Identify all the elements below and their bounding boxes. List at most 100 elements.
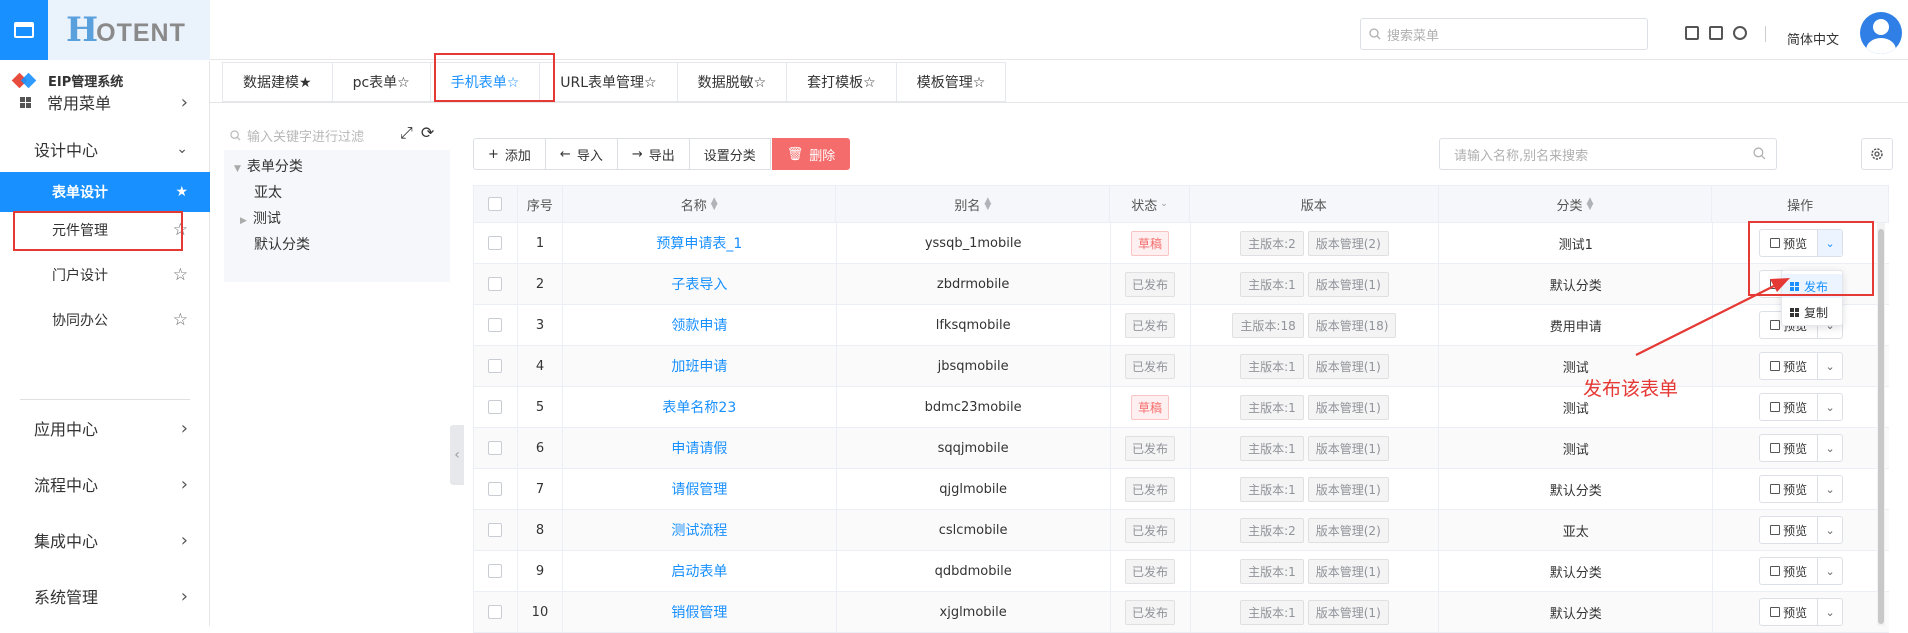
form-name-link[interactable]: 加班申请	[671, 356, 727, 376]
import-button[interactable]: ← 导入	[544, 138, 618, 170]
preview-button[interactable]: 预览	[1760, 599, 1819, 625]
caret-down-icon[interactable]: ▼	[234, 164, 241, 174]
version-mgmt-tag[interactable]: 版本管理(1)	[1307, 271, 1389, 297]
row-checkbox[interactable]	[488, 318, 503, 332]
menu-search-input[interactable]: 搜索菜单	[1360, 18, 1648, 50]
table-row[interactable]: 6 申请请假 sqqjmobile 已发布 主版本:1 版本管理(1) 测试 预览 ⌄	[473, 428, 1889, 469]
form-name-link[interactable]: 申请请假	[671, 438, 727, 458]
language-switch[interactable]: 简体中文	[1787, 29, 1839, 48]
preview-button[interactable]: 预览	[1760, 517, 1819, 543]
refresh-icon[interactable]: ⟳	[421, 123, 434, 143]
tab-print-template[interactable]: 套打模板☆	[786, 62, 897, 102]
tree-filter-input[interactable]: 输入关键字进行过滤	[230, 123, 390, 147]
caret-right-icon[interactable]: ▶	[240, 216, 247, 226]
table-row[interactable]: 10 销假管理 xjglmobile 已发布 主版本:1 版本管理(1) 默认分类 预览 ⌄	[473, 592, 1889, 633]
fullscreen-icon[interactable]	[1709, 26, 1723, 40]
version-mgmt-tag[interactable]: 版本管理(2)	[1307, 517, 1389, 543]
tree-node-root[interactable]: ▼ 表单分类	[234, 156, 303, 176]
tab-url-form[interactable]: URL表单管理☆	[539, 62, 678, 102]
search-icon[interactable]	[1753, 147, 1766, 160]
sidebar-item-system-mgmt[interactable]: 系统管理 ›	[0, 576, 210, 616]
sidebar-item-collab-office[interactable]: 协同办公 ☆	[0, 300, 210, 340]
chevron-down-icon[interactable]: ⌄	[1818, 353, 1842, 379]
tree-node[interactable]: 亚太	[254, 182, 282, 202]
table-row[interactable]: 7 请假管理 qjglmobile 已发布 主版本:1 版本管理(1) 默认分类 预览 ⌄	[473, 469, 1889, 510]
preview-button[interactable]: 预览	[1760, 558, 1819, 584]
preview-button[interactable]: 预览	[1760, 435, 1819, 461]
sidebar-item-portal-design[interactable]: 门户设计 ☆	[0, 255, 210, 295]
form-name-link[interactable]: 启动表单	[671, 561, 727, 581]
form-name-link[interactable]: 请假管理	[671, 479, 727, 499]
chevron-down-icon[interactable]: ⌄	[1818, 558, 1842, 584]
table-row[interactable]: 1 预算申请表_1 yssqb_1mobile 草稿 主版本:2 版本管理(2) 测试1 预览…	[473, 223, 1889, 264]
add-button[interactable]: + 添加	[473, 138, 546, 170]
filter-chevron-icon[interactable]: ⌄	[1160, 199, 1168, 209]
expand-icon[interactable]: ⤢	[400, 123, 413, 143]
version-mgmt-tag[interactable]: 版本管理(1)	[1307, 476, 1389, 502]
set-category-button[interactable]: 设置分类	[688, 138, 771, 170]
star-icon[interactable]: ☆	[173, 310, 188, 330]
row-checkbox[interactable]	[488, 564, 503, 578]
sidebar-item-form-design[interactable]: 表单设计 ★	[0, 172, 210, 212]
export-button[interactable]: → 导出	[616, 138, 690, 170]
tree-node[interactable]: ▶ 测试	[240, 208, 281, 228]
sidebar-item-integration-center[interactable]: 集成中心 ›	[0, 520, 210, 560]
row-checkbox[interactable]	[488, 236, 503, 250]
version-mgmt-tag[interactable]: 版本管理(2)	[1307, 230, 1389, 256]
form-name-link[interactable]: 领款申请	[671, 315, 727, 335]
form-name-link[interactable]: 销假管理	[671, 602, 727, 622]
header-alias[interactable]: 别名 ▲ ▼	[836, 186, 1111, 222]
row-checkbox[interactable]	[488, 523, 503, 537]
tree-node[interactable]: 默认分类	[254, 234, 310, 254]
row-checkbox[interactable]	[488, 441, 503, 455]
header-name[interactable]: 名称 ▲ ▼	[563, 186, 837, 222]
name-search-input[interactable]: 请输入名称,别名来搜索	[1439, 138, 1777, 170]
form-name-link[interactable]: 测试流程	[671, 520, 727, 540]
preview-button[interactable]: 预览	[1760, 394, 1819, 420]
star-icon[interactable]: ★	[175, 184, 188, 200]
version-mgmt-tag[interactable]: 版本管理(1)	[1307, 435, 1389, 461]
row-checkbox[interactable]	[488, 400, 503, 414]
chevron-down-icon[interactable]: ⌄	[1818, 435, 1842, 461]
sort-icon[interactable]: ▲ ▼	[1586, 197, 1593, 212]
table-row[interactable]: 8 测试流程 cslcmobile 已发布 主版本:2 版本管理(2) 亚太 预览 ⌄	[473, 510, 1889, 551]
row-checkbox[interactable]	[488, 359, 503, 373]
table-row[interactable]: 9 启动表单 qdbdmobile 已发布 主版本:1 版本管理(1) 默认分类 预览 ⌄	[473, 551, 1889, 592]
version-mgmt-tag[interactable]: 版本管理(1)	[1307, 558, 1389, 584]
row-checkbox[interactable]	[488, 482, 503, 496]
chevron-down-icon[interactable]: ⌄	[1818, 476, 1842, 502]
preview-button[interactable]: 预览	[1760, 353, 1819, 379]
header-status[interactable]: 状态 ⌄	[1110, 186, 1190, 222]
refresh-icon[interactable]	[1733, 26, 1747, 40]
table-row[interactable]: 3领款申请lfksqmobile已发布主版本:18版本管理(18)费用申请预览⌄	[473, 305, 1889, 346]
chevron-down-icon[interactable]: ⌄	[1818, 394, 1842, 420]
chevron-down-icon[interactable]: ⌄	[1818, 517, 1842, 543]
form-name-link[interactable]: 预算申请表_1	[656, 233, 742, 253]
chevron-down-icon[interactable]: ⌄	[1818, 599, 1842, 625]
menu-toggle-button[interactable]	[0, 0, 48, 60]
form-name-link[interactable]: 表单名称23	[662, 397, 736, 417]
sidebar-item-app-center[interactable]: 应用中心 ›	[0, 408, 210, 448]
tab-data-masking[interactable]: 数据脱敏☆	[676, 62, 788, 102]
copy-menu-item[interactable]: 复制	[1782, 300, 1842, 324]
row-checkbox[interactable]	[488, 605, 503, 619]
tab-data-model[interactable]: 数据建模★	[222, 62, 333, 102]
version-mgmt-tag[interactable]: 版本管理(1)	[1307, 394, 1389, 420]
delete-button[interactable]: 🗑 删除	[771, 138, 851, 170]
preview-button[interactable]: 预览	[1760, 476, 1819, 502]
sidebar-item-design-center[interactable]: 设计中心 ⌄	[0, 129, 210, 169]
sort-icon[interactable]: ▲ ▼	[984, 197, 991, 212]
select-all-checkbox[interactable]	[488, 197, 503, 211]
header-category[interactable]: 分类 ▲ ▼	[1439, 186, 1713, 222]
version-mgmt-tag[interactable]: 版本管理(1)	[1307, 353, 1389, 379]
collapse-panel-handle[interactable]: ‹	[450, 425, 464, 485]
table-settings-button[interactable]	[1861, 138, 1893, 170]
tab-pc-form[interactable]: pc表单☆	[331, 62, 431, 102]
avatar[interactable]	[1860, 12, 1902, 54]
table-scrollbar[interactable]	[1877, 223, 1885, 626]
sidebar-item-flow-center[interactable]: 流程中心 ›	[0, 464, 210, 504]
version-mgmt-tag[interactable]: 版本管理(18)	[1307, 312, 1397, 338]
row-checkbox[interactable]	[488, 277, 503, 291]
table-row[interactable]: 2子表导入zbdrmobile已发布主版本:1版本管理(1)默认分类预览⌄	[473, 264, 1889, 305]
version-mgmt-tag[interactable]: 版本管理(1)	[1307, 599, 1389, 625]
